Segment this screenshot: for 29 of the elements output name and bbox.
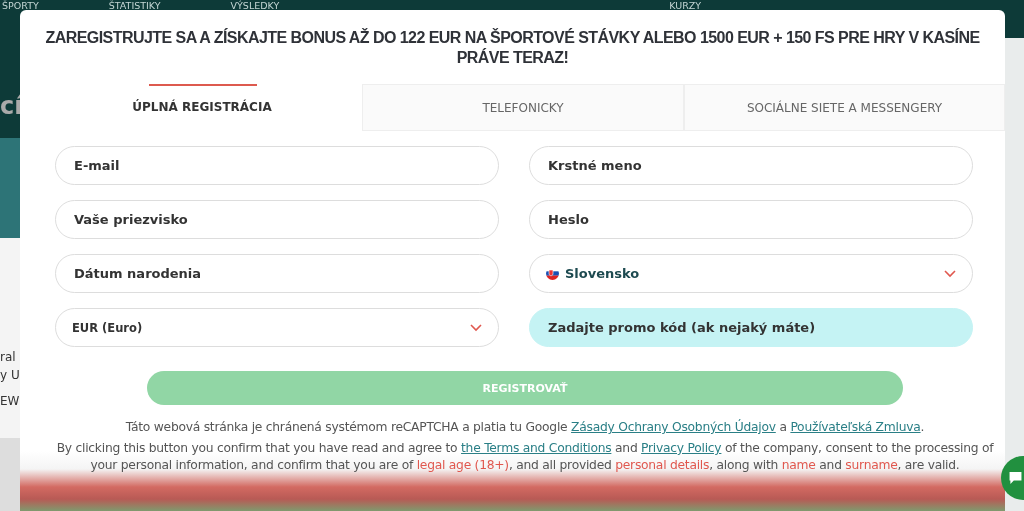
country-select[interactable]: Slovensko (529, 254, 973, 293)
currency-select[interactable]: EUR (Euro) (55, 308, 499, 347)
nav-link[interactable]: ŠPORTY (2, 0, 39, 12)
link[interactable]: Používateľská Zmluva (790, 420, 921, 434)
input-field[interactable]: E-mail (55, 146, 499, 185)
background-text: y U (0, 368, 21, 382)
background-text: EW (0, 394, 21, 408)
nav-link[interactable]: VÝSLEDKY (230, 0, 280, 12)
tab[interactable]: SOCIÁLNE SIETE A MESSENGERY (684, 84, 1005, 131)
chevron-down-icon (944, 269, 956, 278)
chat-bubble-icon[interactable] (1001, 456, 1024, 500)
modal-title: ZAREGISTRUJTE SA A ZÍSKAJTE BONUS AŽ DO 122 EUR NA ŠPORTOVÉ STÁVKY ALEBO 1500 EUR + 150 FS PRE HRY V KASÍNE PRÁVE TERAZ! (44, 28, 981, 68)
input-field[interactable]: Krstné meno (529, 146, 973, 185)
chevron-down-icon (470, 323, 482, 332)
input-field[interactable]: Vaše priezvisko (55, 200, 499, 239)
nav-link[interactable]: KURZY (669, 0, 702, 12)
flag-icon (546, 267, 559, 280)
link[interactable]: the Terms and Conditions (461, 441, 612, 455)
background-text: ral (0, 350, 17, 364)
background-text: cí (0, 92, 24, 120)
input-field[interactable]: Heslo (529, 200, 973, 239)
recaptcha-notice: Táto webová stránka je chránená systémom reCAPTCHA a platia tu Google Zásady Ochrany Osobných Údajov a Používateľská Zmluva. (124, 419, 926, 436)
promo-code-field[interactable]: Zadajte promo kód (ak nejaký máte) (529, 308, 973, 347)
input-field[interactable]: Dátum narodenia (55, 254, 499, 293)
link[interactable]: Privacy Policy (641, 441, 722, 455)
nav-link[interactable]: ŠTATISTIKY (108, 0, 161, 12)
tab[interactable]: TELEFONICKY (362, 84, 684, 131)
consent-notice: By clicking this button you confirm that you have read and agree to the Terms and Conditions and Privacy Policy of the company, consent to the processing of your personal information, and confirm that you are of legal age (18+), and all provided personal details, along with name and surname, are valid. (55, 440, 995, 474)
link[interactable]: Zásady Ochrany Osobných Údajov (571, 420, 776, 434)
